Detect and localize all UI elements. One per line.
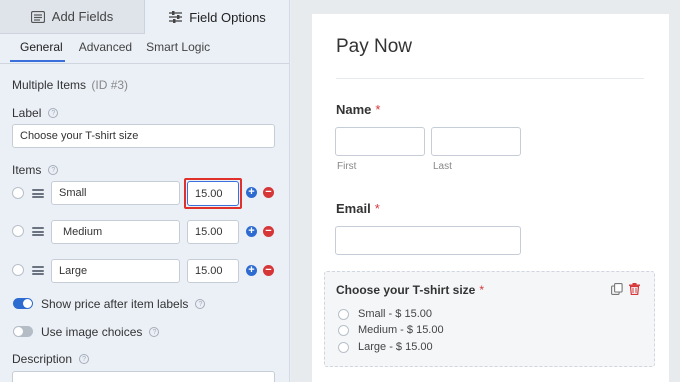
required-mark: * [375, 102, 381, 117]
description-textarea[interactable] [12, 371, 275, 382]
required-mark: * [479, 283, 485, 297]
radio-icon [338, 341, 349, 353]
panel-tabs: Add Fields Field Options [0, 0, 289, 34]
name-label-text: Name [336, 102, 372, 117]
add-item-icon[interactable]: + [246, 265, 257, 276]
label-heading: Label ? [12, 106, 59, 120]
field-type-title: Multiple Items (ID #3) [12, 78, 128, 92]
item-price-input[interactable]: 15.00 [187, 259, 239, 283]
field-actions [611, 283, 640, 298]
last-name-input[interactable] [431, 127, 521, 156]
description-heading: Description ? [12, 352, 90, 366]
email-field-label: Email * [336, 201, 380, 216]
choice-option[interactable]: Small - $ 15.00 [338, 308, 432, 320]
description-heading-text: Description [12, 352, 73, 366]
image-choices-toggle[interactable] [13, 326, 33, 337]
item-default-radio[interactable] [12, 187, 24, 199]
image-choices-label: Use image choices ? [41, 325, 160, 339]
item-label-value: Medium [63, 226, 103, 238]
item-price-input[interactable]: 15.00 [187, 181, 239, 206]
show-price-text: Show price after item labels [41, 297, 189, 311]
email-label-text: Email [336, 201, 371, 216]
choice-label: Large - $ 15.00 [358, 341, 433, 353]
tab-add-fields[interactable]: Add Fields [0, 0, 145, 34]
help-icon[interactable]: ? [195, 299, 206, 309]
image-choices-text: Use image choices [41, 325, 143, 339]
help-icon[interactable]: ? [79, 354, 90, 364]
show-price-label: Show price after item labels ? [41, 297, 206, 311]
duplicate-icon[interactable] [611, 283, 623, 298]
first-sublabel: First [337, 161, 357, 172]
choice-label: Small - $ 15.00 [358, 308, 432, 320]
items-heading: Items ? [12, 163, 59, 177]
field-type-label: Multiple Items [12, 78, 87, 92]
name-field-label: Name * [336, 102, 380, 117]
label-input[interactable]: Choose your T-shirt size [12, 124, 275, 148]
first-name-input[interactable] [335, 127, 425, 156]
help-icon[interactable]: ? [48, 165, 59, 175]
remove-item-icon[interactable]: − [263, 226, 274, 237]
item-label-input[interactable]: Small [51, 181, 180, 205]
options-subtabs: General Advanced Smart Logic [10, 40, 224, 62]
help-icon[interactable]: ? [48, 108, 59, 118]
add-item-icon[interactable]: + [246, 187, 257, 198]
remove-item-icon[interactable]: − [263, 265, 274, 276]
item-price-value: 15.00 [195, 265, 223, 277]
drag-handle-icon[interactable] [32, 227, 44, 236]
subtab-smart-logic[interactable]: Smart Logic [146, 40, 210, 62]
subtab-general[interactable]: General [10, 40, 65, 62]
trash-icon[interactable] [629, 283, 640, 298]
tshirt-field-label: Choose your T-shirt size * [336, 283, 484, 297]
field-id-label: (ID #3) [91, 78, 129, 92]
choice-option[interactable]: Medium - $ 15.00 [338, 324, 444, 336]
last-sublabel: Last [433, 161, 452, 172]
item-label-input[interactable]: Large [51, 259, 180, 283]
tab-field-options[interactable]: Field Options [145, 0, 289, 34]
label-input-value: Choose your T-shirt size [20, 130, 139, 142]
item-price-value: 15.00 [195, 226, 223, 238]
item-price-input[interactable]: 15.00 [187, 220, 239, 244]
tab-field-options-label: Field Options [189, 9, 266, 25]
subtabs-divider [0, 63, 289, 64]
drag-handle-icon[interactable] [32, 189, 44, 198]
item-label-value: Small [59, 187, 87, 199]
form-title: Pay Now [336, 36, 413, 57]
tshirt-label-text: Choose your T-shirt size [336, 283, 476, 297]
radio-icon [338, 308, 349, 320]
show-price-toggle[interactable] [13, 298, 33, 309]
choice-label: Medium - $ 15.00 [358, 324, 444, 336]
required-mark: * [374, 201, 380, 216]
add-item-icon[interactable]: + [246, 226, 257, 237]
remove-item-icon[interactable]: − [263, 187, 274, 198]
item-label-input[interactable]: Medium [51, 220, 180, 244]
item-default-radio[interactable] [12, 225, 24, 237]
form-title-divider [336, 78, 644, 79]
item-default-radio[interactable] [12, 264, 24, 276]
list-icon [30, 10, 45, 23]
field-options-panel: Add Fields Field Options General Advance… [0, 0, 290, 382]
sliders-icon [169, 11, 183, 23]
radio-icon [338, 324, 349, 336]
label-heading-text: Label [12, 106, 42, 120]
choice-option[interactable]: Large - $ 15.00 [338, 341, 433, 353]
item-label-value: Large [59, 265, 88, 277]
items-heading-text: Items [12, 163, 42, 177]
item-price-value: 15.00 [195, 187, 223, 200]
tab-add-fields-label: Add Fields [51, 9, 114, 24]
help-icon[interactable]: ? [149, 327, 160, 337]
subtab-advanced[interactable]: Advanced [79, 40, 132, 62]
email-input[interactable] [335, 226, 521, 255]
drag-handle-icon[interactable] [32, 266, 44, 275]
